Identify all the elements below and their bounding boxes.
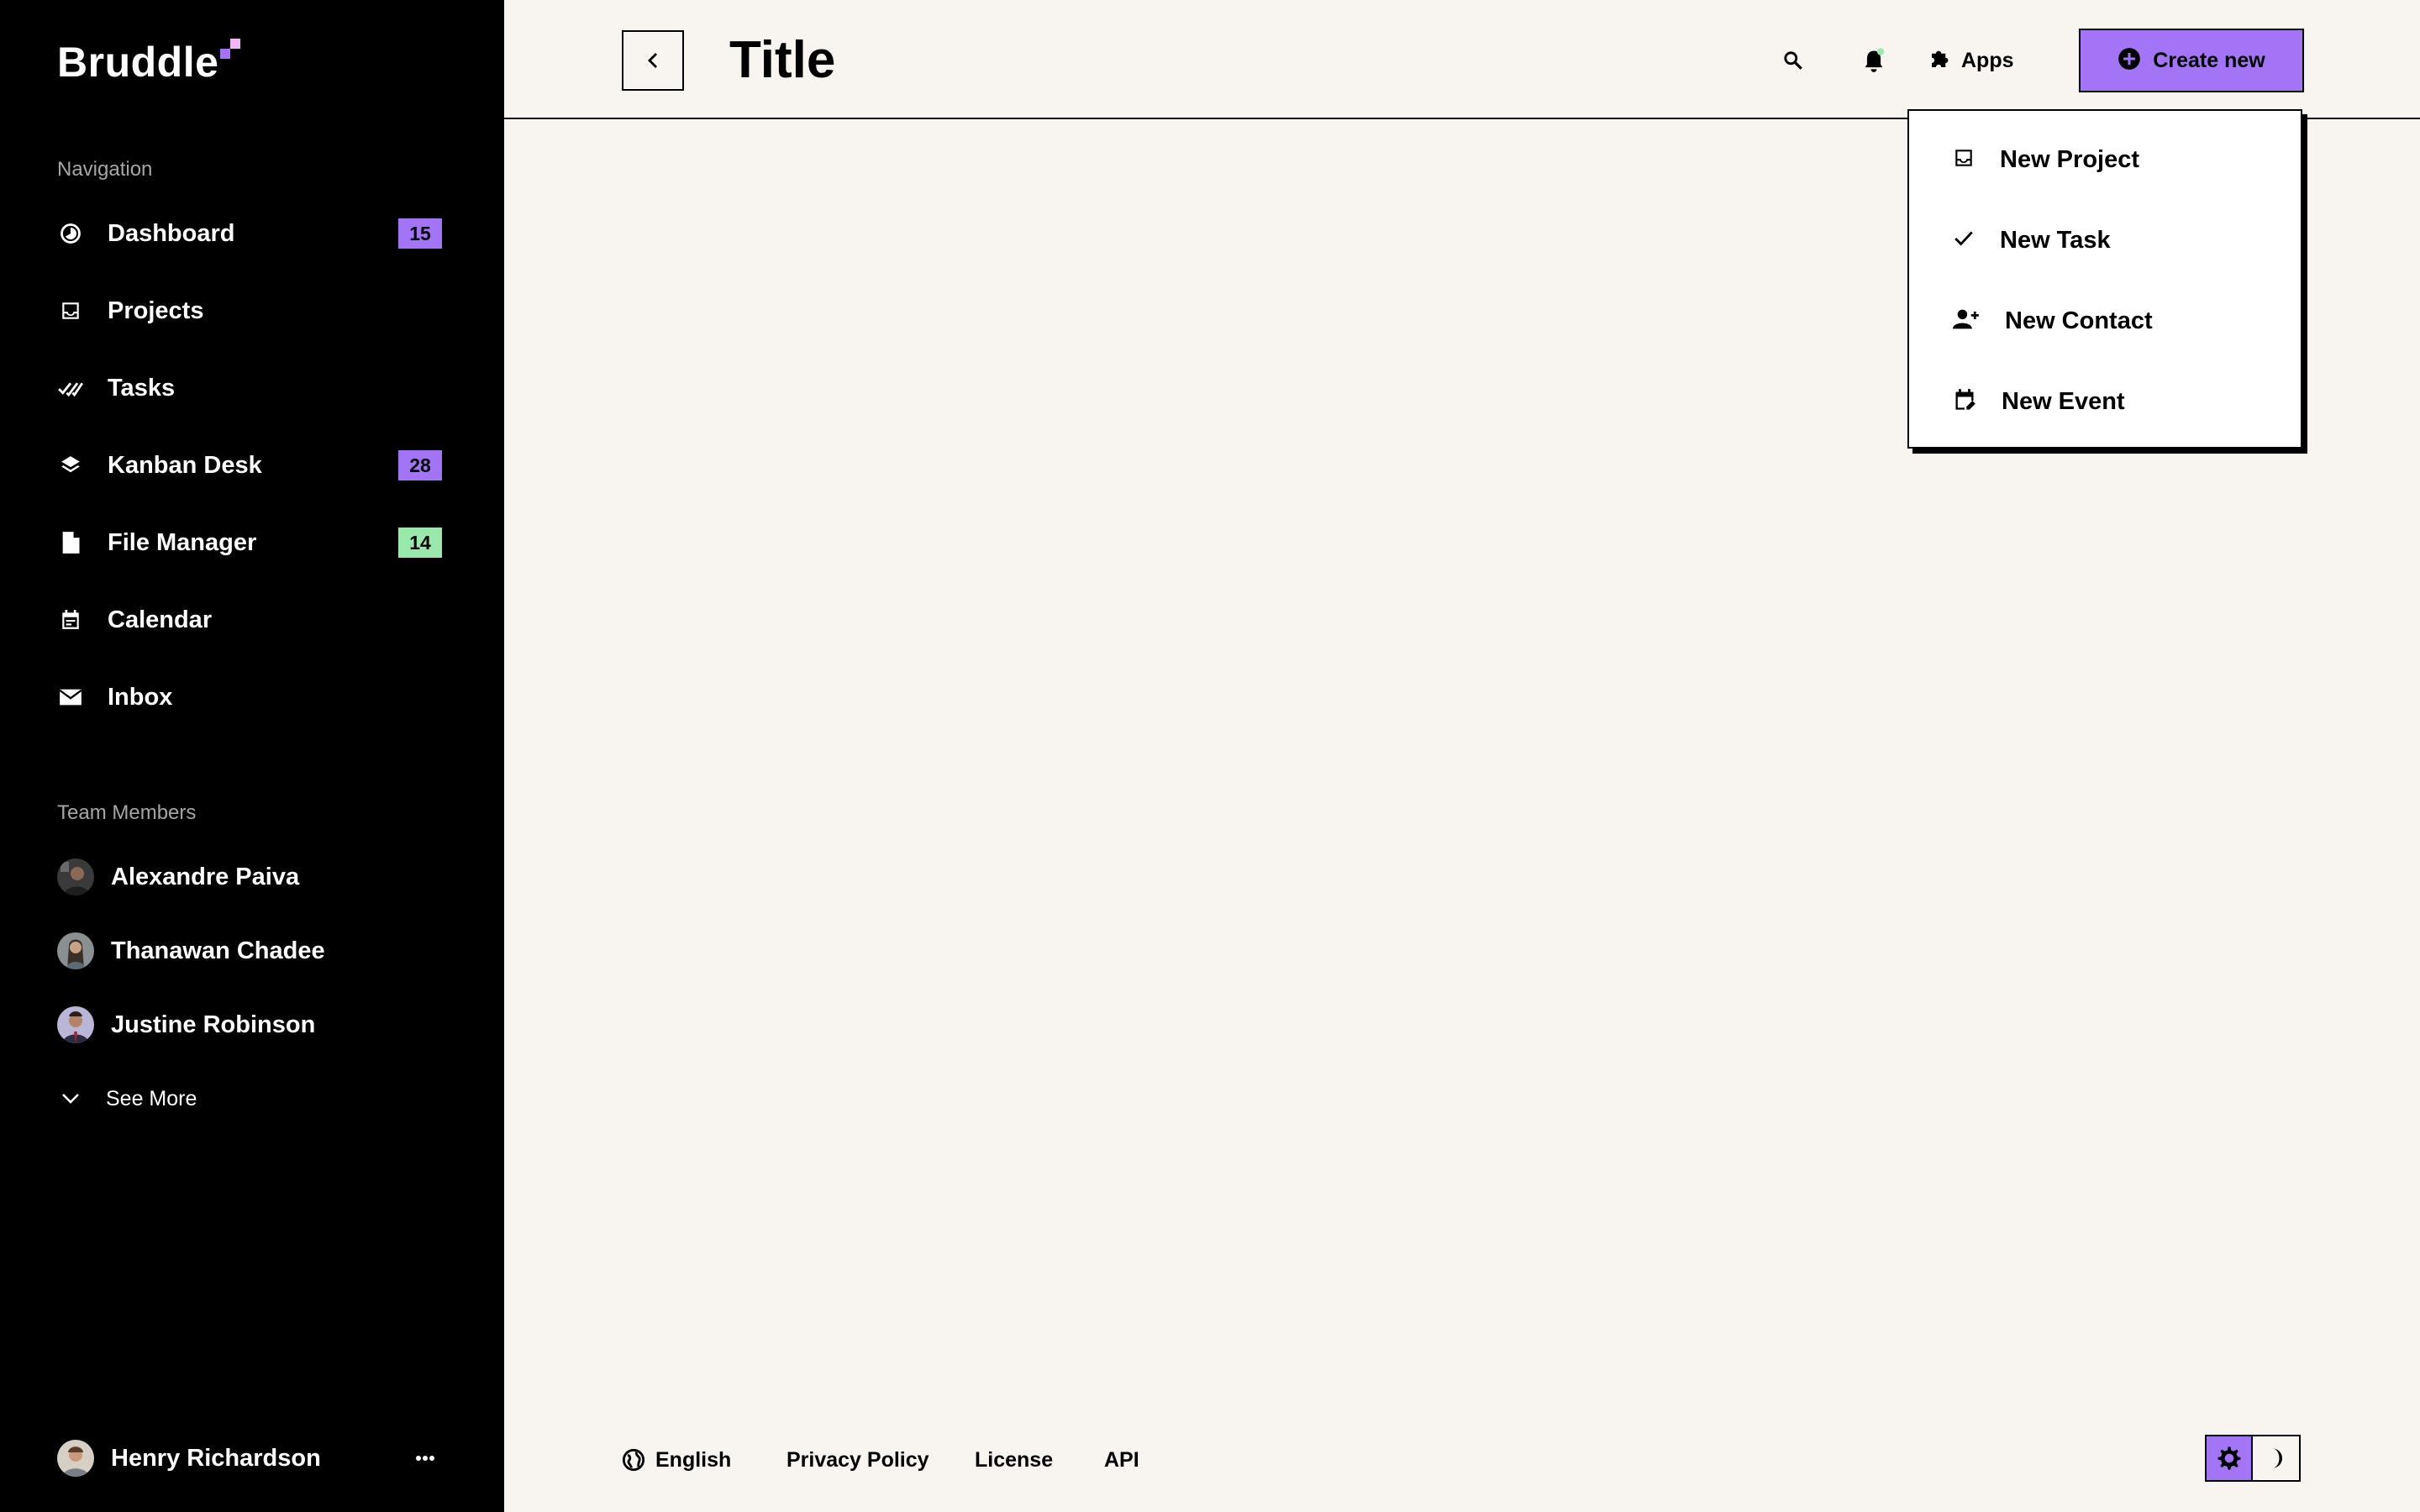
avatar — [57, 1440, 94, 1477]
apps-button[interactable]: Apps — [1928, 42, 2014, 79]
add-contact-icon — [1953, 308, 1980, 334]
avatar — [57, 858, 94, 895]
more-options-icon[interactable] — [408, 1441, 442, 1475]
sidebar-item-tasks[interactable]: Tasks — [57, 363, 442, 413]
team-section-title: Team Members — [57, 801, 197, 824]
sidebar-item-label: Kanban Desk — [108, 451, 262, 479]
avatar — [57, 1006, 94, 1043]
create-new-button[interactable]: Create new — [2079, 29, 2304, 92]
menu-item-new-event[interactable]: New Event — [1909, 361, 2301, 442]
language-label: English — [655, 1447, 732, 1472]
double-check-icon — [54, 371, 87, 405]
inbox-tray-icon — [1953, 147, 1975, 173]
moon-icon — [2271, 1448, 2282, 1468]
menu-item-new-contact[interactable]: New Contact — [1909, 281, 2301, 361]
sidebar-item-calendar[interactable]: Calendar — [57, 595, 442, 645]
api-link[interactable]: API — [1104, 1441, 1139, 1478]
menu-item-label: New Project — [2000, 145, 2139, 173]
back-button[interactable] — [622, 30, 684, 91]
logo-mark-icon — [220, 39, 241, 59]
chevron-down-icon — [54, 1082, 87, 1116]
navigation-section-title: Navigation — [57, 158, 153, 181]
team-member-thanawan-chadee[interactable]: Thanawan Chadee — [57, 926, 442, 976]
globe-icon — [622, 1448, 645, 1472]
team-member-alexandre-paiva[interactable]: Alexandre Paiva — [57, 852, 442, 902]
plus-circle-icon — [2118, 47, 2141, 75]
inbox-tray-icon — [54, 294, 87, 328]
file-icon — [54, 526, 87, 559]
team-member-name: Justine Robinson — [111, 1011, 316, 1038]
sidebar-item-label: Inbox — [108, 683, 173, 711]
dashboard-icon — [54, 217, 87, 250]
chevron-left-icon — [648, 53, 657, 68]
avatar — [57, 932, 94, 969]
team-member-name: Alexandre Paiva — [111, 863, 300, 890]
menu-item-new-task[interactable]: New Task — [1909, 200, 2301, 281]
dark-mode-button[interactable] — [2253, 1436, 2299, 1480]
sidebar-item-file-manager[interactable]: File Manager 14 — [57, 517, 442, 568]
user-profile[interactable]: Henry Richardson — [57, 1436, 442, 1480]
team-member-name: Thanawan Chadee — [111, 937, 325, 964]
light-mode-button[interactable] — [2207, 1436, 2254, 1480]
menu-item-label: New Task — [2000, 226, 2111, 254]
gear-icon — [2217, 1446, 2240, 1470]
theme-toggle — [2205, 1435, 2301, 1482]
logo-text: Bruddle — [57, 39, 219, 86]
sidebar-item-label: File Manager — [108, 528, 257, 556]
sidebar-item-inbox[interactable]: Inbox — [57, 672, 442, 722]
sidebar: Bruddle Navigation Dashboard 15 Projects… — [0, 0, 504, 1512]
sidebar-item-kanban-desk[interactable]: Kanban Desk 28 — [57, 440, 442, 491]
puzzle-icon — [1928, 46, 1953, 76]
count-badge: 15 — [398, 218, 442, 249]
apps-label: Apps — [1961, 48, 2014, 72]
sidebar-item-label: Tasks — [108, 374, 176, 402]
team-member-justine-robinson[interactable]: Justine Robinson — [57, 1000, 442, 1050]
top-header: Title Apps Create new — [504, 0, 2420, 119]
layers-icon — [54, 449, 87, 482]
count-badge: 14 — [398, 528, 442, 558]
see-more-label: See More — [106, 1086, 197, 1110]
license-link[interactable]: License — [975, 1441, 1053, 1478]
sidebar-item-label: Calendar — [108, 606, 213, 633]
check-icon — [1953, 228, 1975, 254]
notification-bell-icon[interactable] — [1855, 42, 1892, 79]
menu-item-label: New Event — [2002, 387, 2125, 415]
sidebar-item-projects[interactable]: Projects — [57, 286, 442, 336]
search-icon[interactable] — [1775, 42, 1812, 79]
count-badge: 28 — [398, 450, 442, 480]
create-new-dropdown: New Project New Task New Contact New Eve… — [1907, 109, 2302, 449]
language-selector[interactable]: English — [622, 1441, 731, 1478]
page-title: Title — [729, 31, 836, 89]
sidebar-item-label: Projects — [108, 297, 204, 324]
calendar-edit-icon — [1953, 388, 1976, 416]
sidebar-item-dashboard[interactable]: Dashboard 15 — [57, 208, 442, 259]
create-new-label: Create new — [2153, 48, 2265, 72]
sidebar-item-label: Dashboard — [108, 219, 235, 247]
see-more-button[interactable]: See More — [57, 1080, 197, 1117]
menu-item-new-project[interactable]: New Project — [1909, 119, 2301, 200]
mail-icon — [54, 680, 87, 714]
calendar-icon — [54, 603, 87, 637]
menu-item-label: New Contact — [2005, 307, 2153, 334]
profile-name: Henry Richardson — [111, 1444, 321, 1472]
logo[interactable]: Bruddle — [57, 39, 241, 86]
privacy-policy-link[interactable]: Privacy Policy — [786, 1441, 929, 1478]
